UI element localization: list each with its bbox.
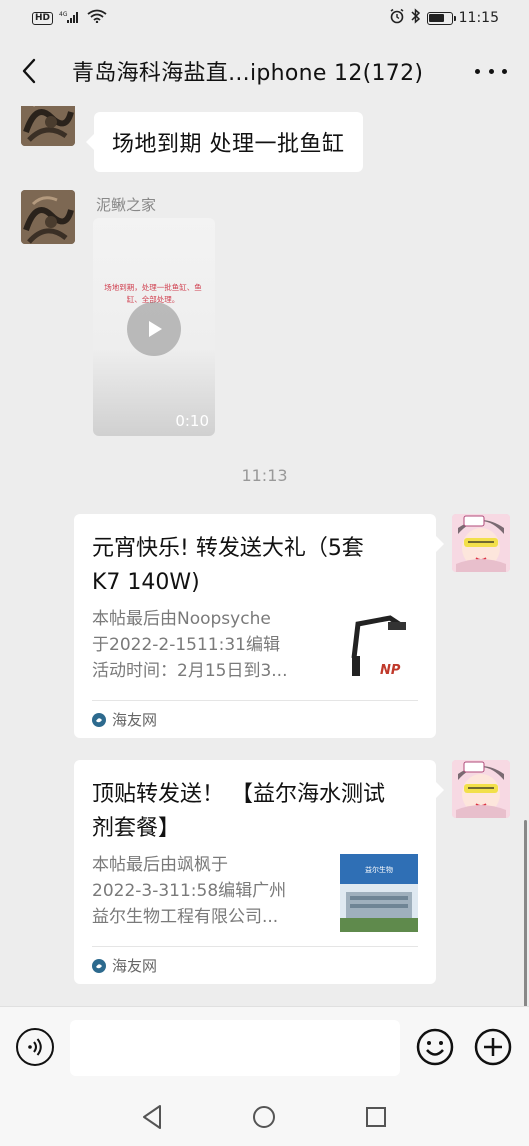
card-title: 顶贴转发送！ 【益尔海水测试 剂套餐】 — [92, 782, 385, 841]
source-logo-icon — [92, 958, 106, 973]
message-input[interactable] — [70, 1020, 400, 1076]
bluetooth-icon — [411, 8, 421, 28]
status-bar: HD 4G 11:15 — [0, 0, 529, 36]
system-nav-bar — [0, 1088, 529, 1146]
chevron-left-icon — [22, 58, 36, 84]
card-description: 本帖最后由飒枫于 2022-3-311:58编辑广州 益尔生物工程有限公司... — [92, 855, 287, 927]
voice-button[interactable] — [16, 1028, 54, 1066]
plus-icon — [474, 1028, 512, 1066]
sender-name: 泥鳅之家 — [96, 196, 157, 214]
wifi-icon — [87, 9, 107, 27]
more-button[interactable] — [475, 60, 507, 82]
plus-button[interactable] — [474, 1028, 512, 1066]
chat-title: 青岛海科海盐直...iphone 12(172) — [72, 61, 424, 86]
nav-home-icon[interactable] — [252, 1105, 276, 1129]
play-button[interactable] — [127, 302, 181, 356]
alarm-icon — [389, 8, 405, 28]
nav-back-icon[interactable] — [140, 1104, 164, 1130]
text-message[interactable]: 场地到期 处理一批鱼缸 — [86, 112, 363, 172]
link-card[interactable]: 元宵快乐! 转发送大礼（5套 K7 140W) 本帖最后由Noopsyche 于… — [74, 514, 444, 738]
status-time: 11:15 — [458, 10, 499, 26]
svg-text:4G: 4G — [59, 11, 68, 18]
emoji-button[interactable] — [416, 1028, 454, 1066]
more-dots-icon — [475, 68, 480, 74]
battery-icon — [426, 11, 456, 25]
nav-recent-icon[interactable] — [365, 1106, 387, 1128]
card-source: 海友网 — [92, 946, 418, 984]
avatar[interactable] — [21, 190, 75, 244]
status-right: 11:15 — [389, 8, 499, 28]
card-thumbnail: NP — [340, 608, 418, 686]
video-message[interactable]: 场地到期，处理一批鱼缸、鱼缸、全部处理。 0:10 — [93, 218, 215, 436]
avatar[interactable] — [452, 760, 510, 818]
scrollbar[interactable] — [524, 820, 527, 1006]
avatar[interactable] — [452, 514, 510, 572]
back-button[interactable] — [0, 36, 58, 106]
card-title: 元宵快乐! 转发送大礼（5套 K7 140W) — [92, 536, 364, 595]
source-logo-icon — [92, 712, 106, 727]
video-duration: 0:10 — [175, 412, 209, 430]
voice-icon — [28, 1038, 42, 1056]
svg-text:NP: NP — [380, 663, 401, 678]
chat-area[interactable]: 场地到期 处理一批鱼缸 泥鳅之家 场地到期，处理一批鱼缸、鱼缸、全部处理。 0:… — [0, 106, 529, 1006]
status-left: HD 4G — [32, 9, 107, 27]
svg-text:益尔生物: 益尔生物 — [365, 865, 393, 874]
time-separator: 11:13 — [241, 466, 288, 485]
avatar[interactable] — [21, 106, 75, 146]
signal-icon: 4G — [59, 10, 81, 27]
hd-badge: HD — [32, 11, 54, 25]
link-card[interactable]: 顶贴转发送！ 【益尔海水测试 剂套餐】 本帖最后由飒枫于 2022-3-311:… — [74, 760, 444, 984]
play-icon — [149, 321, 162, 337]
chat-header: 青岛海科海盐直...iphone 12(172) — [0, 36, 529, 106]
emoji-icon — [416, 1028, 454, 1066]
card-source: 海友网 — [92, 700, 418, 738]
input-bar — [0, 1006, 529, 1088]
card-thumbnail: 益尔生物 — [340, 854, 418, 932]
card-description: 本帖最后由Noopsyche 于2022-2-1511:31编辑 活动时间：2月… — [92, 609, 288, 681]
